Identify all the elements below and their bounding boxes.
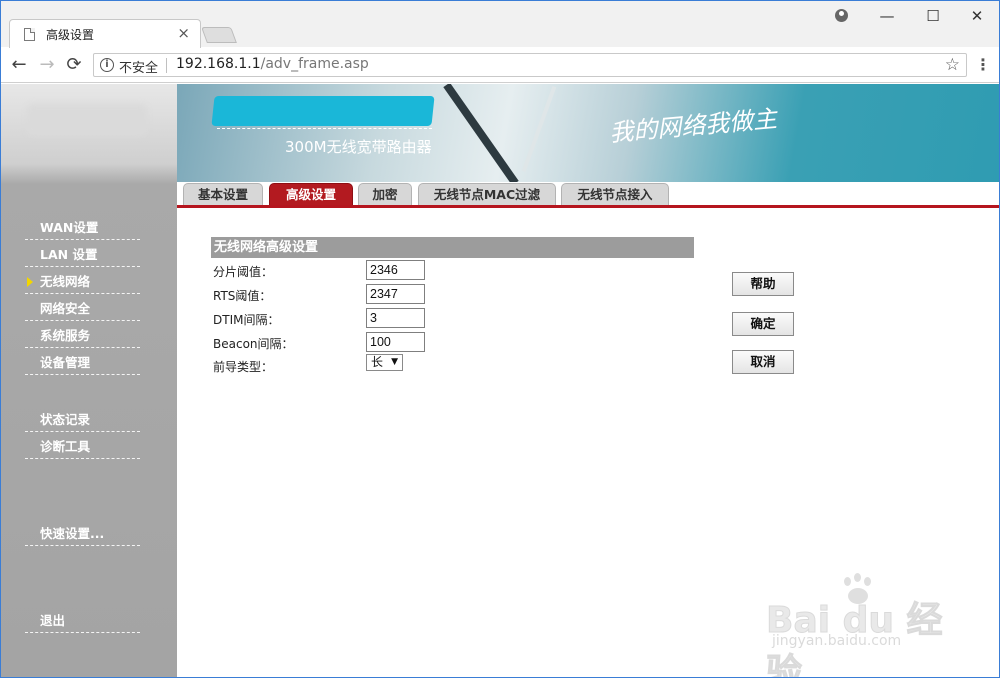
- sidebar-item-label: 无线网络: [40, 274, 91, 289]
- maximize-icon[interactable]: ☐: [919, 7, 947, 25]
- active-arrow-icon: [27, 277, 33, 287]
- close-tab-icon[interactable]: ×: [177, 24, 190, 42]
- sidebar-item-label: 系统服务: [40, 328, 91, 343]
- sidebar-item-label: 诊断工具: [40, 439, 91, 454]
- brand-logo: [211, 96, 435, 126]
- fragment-threshold-input[interactable]: 2346: [366, 260, 425, 280]
- sidebar-item-label: LAN 设置: [40, 247, 98, 262]
- new-tab-button[interactable]: [201, 27, 237, 43]
- router-page: WAN设置 LAN 设置 无线网络 网络安全 系统服务 设备管理 状态记录 诊断…: [1, 84, 999, 677]
- sidebar-item-label: 状态记录: [40, 412, 91, 427]
- tab-strip: 高级设置 × — ☐ ✕: [1, 1, 999, 49]
- profile-icon[interactable]: [835, 9, 848, 22]
- tab-node-access[interactable]: 无线节点接入: [561, 183, 669, 205]
- forward-icon[interactable]: →: [37, 54, 57, 75]
- sidebar-item-label: WAN设置: [40, 220, 99, 235]
- close-window-icon[interactable]: ✕: [963, 7, 991, 25]
- sidebar-item-security[interactable]: 网络安全: [25, 297, 140, 321]
- main-content: 无线网络高级设置 分片阈值： 2346 RTS阈值： 2347 DTIM间隔： …: [177, 211, 999, 677]
- url-host: 192.168.1.1: [176, 56, 261, 72]
- logo: [27, 104, 147, 136]
- sidebar-item-label: 快速设置...: [40, 526, 105, 541]
- help-button[interactable]: 帮助: [732, 272, 794, 296]
- fragment-threshold-label: 分片阈值：: [213, 265, 274, 279]
- page-icon: [24, 28, 35, 41]
- browser-window: 高级设置 × — ☐ ✕ ← → ⟳ i 不安全 192.168.1.1/adv…: [0, 0, 1000, 678]
- banner: 300M无线宽带路由器 我的网络我做主: [177, 84, 999, 182]
- browser-menu-icon[interactable]: ⋮: [975, 55, 991, 74]
- beacon-interval-label: Beacon间隔：: [213, 337, 294, 351]
- cancel-button[interactable]: 取消: [732, 350, 794, 374]
- sidebar-item-diagnostics[interactable]: 诊断工具: [25, 435, 140, 459]
- back-icon[interactable]: ←: [9, 54, 29, 75]
- sidebar-item-label: 网络安全: [40, 301, 91, 316]
- sidebar-item-wireless[interactable]: 无线网络: [25, 270, 140, 294]
- security-label[interactable]: 不安全: [119, 57, 158, 76]
- divider: [166, 58, 167, 73]
- rts-threshold-input[interactable]: 2347: [366, 284, 425, 304]
- tab-encryption[interactable]: 加密: [358, 183, 412, 205]
- sidebar-item-device[interactable]: 设备管理: [25, 351, 140, 375]
- reload-icon[interactable]: ⟳: [64, 54, 84, 75]
- info-icon[interactable]: i: [100, 58, 114, 72]
- url-path: /adv_frame.asp: [260, 56, 369, 72]
- cable-graphic: [443, 84, 519, 182]
- rts-threshold-label: RTS阈值：: [213, 289, 272, 303]
- divider: [217, 128, 432, 129]
- sidebar-item-lan[interactable]: LAN 设置: [25, 243, 140, 267]
- tab-title: 高级设置: [46, 28, 95, 42]
- dtim-interval-input[interactable]: 3: [366, 308, 425, 328]
- sidebar-item-quick-setup[interactable]: 快速设置...: [25, 522, 140, 546]
- bookmark-star-icon[interactable]: ☆: [945, 55, 960, 75]
- browser-tab[interactable]: 高级设置 ×: [9, 19, 201, 49]
- preamble-type-value: 长: [371, 355, 384, 369]
- sidebar-item-label: 退出: [40, 613, 66, 628]
- preamble-type-label: 前导类型：: [213, 360, 274, 374]
- product-name: 300M无线宽带路由器: [285, 138, 432, 156]
- dropdown-arrow-icon: ▼: [391, 357, 398, 367]
- tab-mac-filter[interactable]: 无线节点MAC过滤: [418, 183, 556, 205]
- browser-toolbar: ← → ⟳ i 不安全 192.168.1.1/adv_frame.asp ☆ …: [1, 48, 999, 83]
- sidebar-item-wan[interactable]: WAN设置: [25, 216, 140, 240]
- address-bar[interactable]: i 不安全 192.168.1.1/adv_frame.asp ☆: [93, 53, 967, 77]
- ok-button[interactable]: 确定: [732, 312, 794, 336]
- section-title: 无线网络高级设置: [211, 237, 694, 258]
- sidebar-item-label: 设备管理: [40, 355, 91, 370]
- slogan: 我的网络我做主: [608, 104, 779, 148]
- preamble-type-select[interactable]: 长 ▼: [366, 354, 403, 371]
- cable-graphic: [521, 86, 557, 172]
- url-text[interactable]: 192.168.1.1/adv_frame.asp: [176, 56, 369, 72]
- tab-advanced[interactable]: 高级设置: [269, 183, 353, 205]
- settings-tabs: 基本设置 高级设置 加密 无线节点MAC过滤 无线节点接入: [177, 182, 999, 208]
- dtim-interval-label: DTIM间隔：: [213, 313, 280, 327]
- minimize-icon[interactable]: —: [873, 7, 901, 25]
- beacon-interval-input[interactable]: 100: [366, 332, 425, 352]
- tab-basic[interactable]: 基本设置: [183, 183, 263, 205]
- sidebar-item-logout[interactable]: 退出: [25, 609, 140, 633]
- sidebar-item-status[interactable]: 状态记录: [25, 408, 140, 432]
- sidebar: WAN设置 LAN 设置 无线网络 网络安全 系统服务 设备管理 状态记录 诊断…: [1, 84, 177, 677]
- sidebar-item-services[interactable]: 系统服务: [25, 324, 140, 348]
